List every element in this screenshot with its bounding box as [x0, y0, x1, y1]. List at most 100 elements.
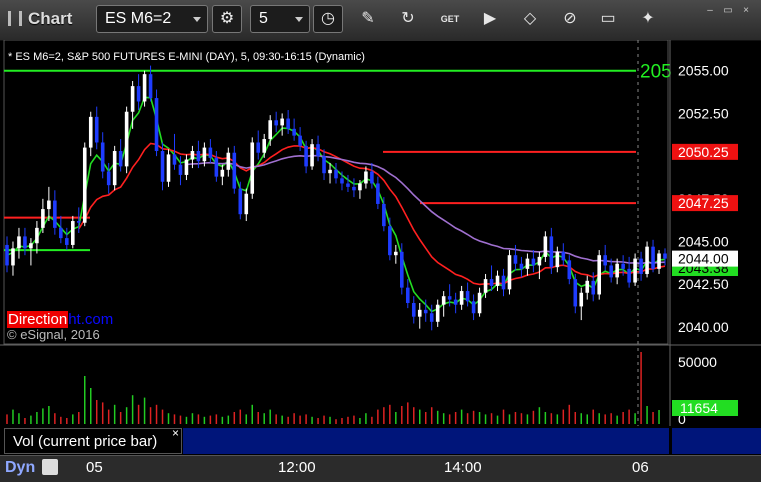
price-axis: 2055.002052.502047.502045.002042.502040.… — [669, 40, 738, 427]
chevron-down-icon — [193, 17, 201, 22]
candle-body — [166, 154, 171, 182]
candle-body — [615, 263, 619, 278]
time-tick-1: 05 — [86, 459, 103, 476]
dynamic-mode-label[interactable]: Dyn — [5, 459, 35, 477]
candle-body — [585, 280, 590, 293]
candle-body — [208, 147, 213, 158]
candle-body — [501, 275, 506, 290]
draw-pencil-button[interactable]: ✎ — [358, 9, 378, 29]
time-tick-4: 06 — [632, 459, 649, 476]
candle-body — [11, 248, 15, 266]
cursor-icon: ◇ — [523, 10, 537, 27]
candle-body — [471, 301, 476, 314]
candle-body — [417, 309, 422, 317]
twitter-button[interactable]: ✦ — [638, 9, 658, 29]
candle-body — [352, 186, 356, 191]
candle-body — [465, 291, 470, 302]
candle-body — [244, 193, 249, 215]
candle-body — [130, 86, 135, 112]
chart-legend: * ES M6=2, S&P 500 FUTURES E-MINI (DAY),… — [8, 51, 365, 63]
chat-button[interactable]: ▭ — [598, 9, 618, 29]
get-button[interactable]: GET — [440, 9, 460, 29]
price-chart[interactable]: 205 2055.002052.502047.502045.002042.502… — [0, 40, 761, 455]
logo-part-1: Direction — [7, 311, 69, 328]
lower-level-tag-label: 2047.25 — [678, 195, 729, 211]
play-button[interactable]: ▶ — [480, 9, 500, 29]
logo-part-2: ht.com — [68, 311, 114, 328]
candle-body — [160, 151, 165, 182]
candle-body — [29, 243, 33, 249]
candle-body — [627, 268, 631, 283]
candle-body — [316, 144, 320, 157]
volume-panel-title: Vol (current price bar) — [13, 433, 158, 450]
chat-icon: ▭ — [600, 10, 616, 27]
candle-body — [238, 188, 243, 215]
grid — [0, 40, 761, 426]
candle-body — [663, 253, 667, 259]
candle-body — [591, 280, 596, 295]
candle-body — [154, 98, 159, 152]
candle-body — [88, 116, 93, 148]
candle-body — [376, 183, 380, 204]
pencil-icon: ✎ — [361, 10, 375, 27]
candle-body — [633, 258, 637, 283]
candle-body — [543, 236, 548, 257]
candle-body — [5, 244, 9, 266]
interval-dropdown[interactable]: 5 — [250, 5, 310, 33]
symbol-dropdown[interactable]: ES M6=2 — [96, 5, 208, 33]
link-button[interactable]: ⊘ — [560, 9, 580, 29]
candle-body — [555, 251, 560, 268]
candle-body — [298, 135, 302, 146]
price-tick-label: 2055.00 — [678, 63, 729, 79]
candle-body — [65, 238, 69, 245]
chart-window: Chart ES M6=2 ⚙ 5 ◷ ✎ ↻ GET ▶ ◇ ⊘ ▭ ✦ – ▭… — [0, 0, 761, 482]
last-volume-label: 11654 — [680, 400, 718, 416]
candle-body — [561, 251, 566, 261]
candle-body — [202, 147, 207, 162]
candle-body — [23, 236, 27, 249]
candle-body — [268, 120, 272, 140]
candle-body — [603, 255, 607, 266]
restore-button[interactable]: ▭ — [721, 5, 735, 17]
window-title: Chart — [8, 9, 72, 29]
candle-body — [232, 152, 237, 189]
volume-tick-label: 50000 — [678, 354, 717, 370]
candle-body — [483, 279, 488, 293]
candle-body — [358, 183, 362, 191]
candle-body — [459, 291, 464, 305]
candle-body — [489, 279, 494, 286]
time-tick-2: 12:00 — [278, 459, 316, 476]
close-volume-panel-button[interactable]: × — [172, 426, 179, 440]
candle-body — [124, 111, 129, 167]
candle-body — [411, 303, 416, 317]
candle-body — [172, 154, 177, 165]
candle-body — [250, 142, 255, 194]
symbol-settings-button[interactable]: ⚙ — [212, 5, 242, 33]
candle-body — [322, 156, 326, 174]
interval-clock-button[interactable]: ◷ — [313, 5, 343, 33]
candle-body — [370, 171, 374, 184]
candle-body — [388, 226, 392, 256]
candle-body — [495, 275, 500, 286]
minimize-button[interactable]: – — [703, 5, 717, 17]
gear-icon: ⚙ — [219, 10, 235, 27]
candle-body — [537, 256, 542, 266]
candle-body — [184, 159, 189, 175]
tag-button[interactable]: ◇ — [520, 9, 540, 29]
candle-body — [70, 221, 75, 245]
close-button[interactable]: × — [739, 5, 753, 17]
candle-body — [190, 151, 195, 160]
candle-body — [453, 299, 458, 305]
candle-body — [310, 144, 314, 167]
candle-body — [112, 151, 117, 186]
candle-body — [76, 221, 81, 223]
price-tick-label: 2045.00 — [678, 234, 729, 250]
candle-body — [435, 304, 440, 322]
refresh-button[interactable]: ↻ — [398, 9, 418, 29]
candle-body — [597, 255, 602, 295]
settings-icon[interactable] — [42, 459, 58, 475]
candle-body — [256, 142, 261, 153]
candle-body — [304, 145, 308, 167]
candle-body — [400, 251, 404, 288]
candle-body — [334, 169, 338, 179]
